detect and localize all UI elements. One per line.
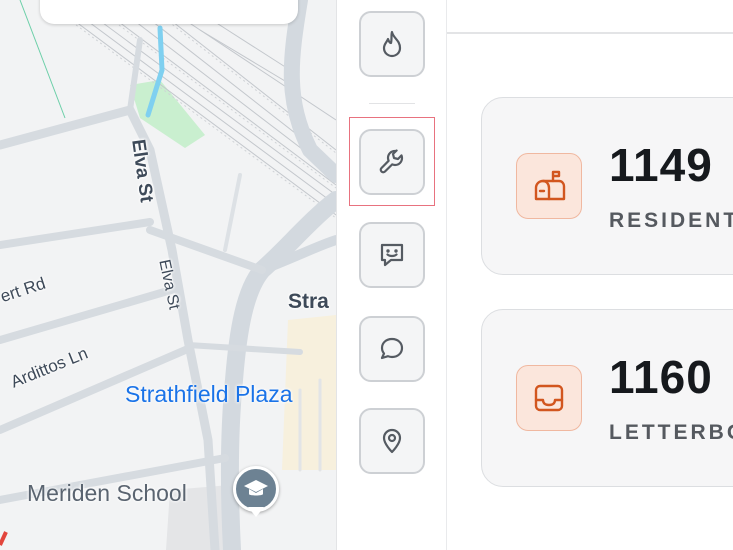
school-icon [244,480,268,496]
stat-label: LETTERBOX [609,421,733,444]
tool-sidebar [336,0,447,550]
chat-bubble-icon [380,337,404,360]
school-marker-tail [248,507,264,517]
chat-tool-button[interactable] [359,316,425,382]
stat-icon-box [516,365,582,431]
stats-header-divider [447,32,733,34]
school-marker[interactable] [233,466,279,512]
mailbox-icon [534,170,566,201]
stat-label: RESIDENTI [609,209,733,232]
map-control-tray [40,0,298,24]
feedback-tool-button[interactable] [359,222,425,288]
stat-card-letterbox[interactable]: 1160 LETTERBOX [481,309,733,487]
place-label-strathfield-plaza[interactable]: Strathfield Plaza [125,381,292,408]
wrench-tool-button[interactable] [359,129,425,195]
place-label-meriden-school[interactable]: Meriden School [27,480,187,507]
wrench-icon [379,149,404,174]
inbox-tray-icon [534,384,564,412]
smiley-chat-icon [380,243,404,267]
flame-icon [382,30,402,58]
stat-value: 1160 [609,351,713,403]
map-view[interactable]: Elva St Elva St ert Rd Ardittos Ln Stra … [0,0,336,550]
location-pin-icon [382,428,402,454]
location-tool-button[interactable] [359,408,425,474]
stats-panel: 1149 RESIDENTI 1160 LETTERBOX [447,0,733,550]
stat-card-residential[interactable]: 1149 RESIDENTI [481,97,733,275]
stat-value: 1149 [609,139,713,191]
street-label-stra: Stra [288,290,329,313]
toolbar-separator [369,103,415,104]
highway-segment [0,531,8,546]
fire-tool-button[interactable] [359,11,425,77]
stat-icon-box [516,153,582,219]
